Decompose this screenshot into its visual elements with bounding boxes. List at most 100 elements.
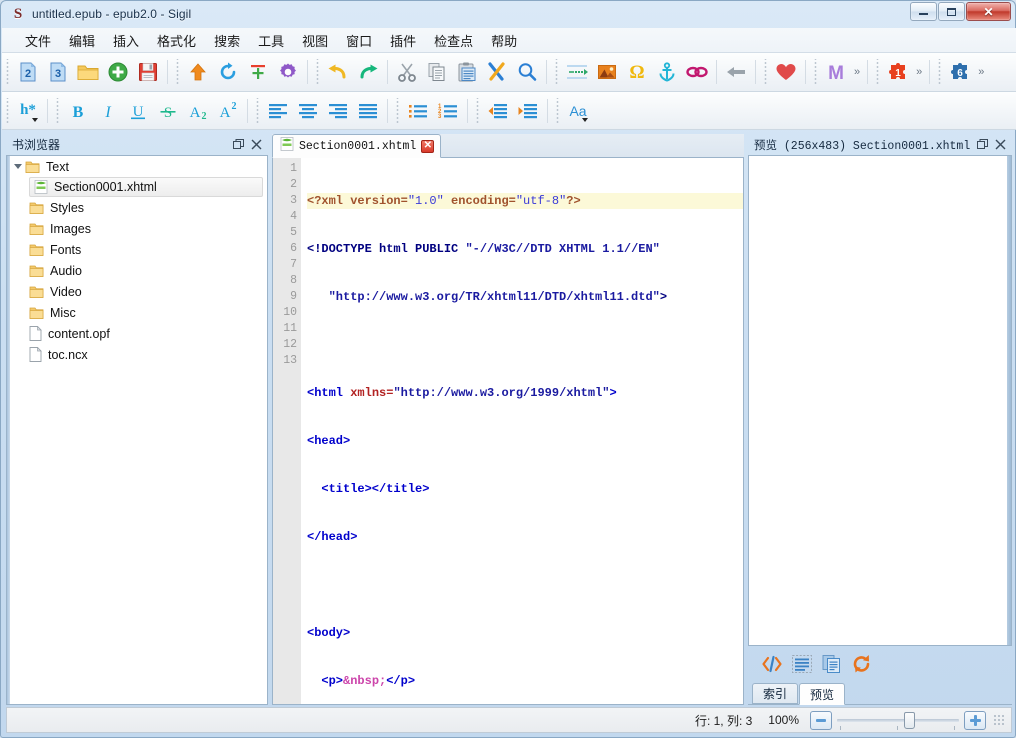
tree-item-video[interactable]: Video <box>7 281 267 302</box>
float-panel-icon[interactable] <box>230 137 246 152</box>
menu-window[interactable]: 窗口 <box>337 28 381 53</box>
menu-plugins[interactable]: 插件 <box>381 28 425 53</box>
cut-button[interactable] <box>392 57 422 87</box>
split-marker-button[interactable] <box>243 57 273 87</box>
preview-scrollbar[interactable] <box>1007 156 1011 645</box>
minimize-button[interactable] <box>910 2 937 21</box>
plugin-m-button[interactable]: M <box>821 57 851 87</box>
toolbar-grip[interactable] <box>762 59 769 85</box>
plugin-1-button[interactable]: 1 <box>883 57 913 87</box>
menu-view[interactable]: 视图 <box>293 28 337 53</box>
code-area[interactable]: 1 2 3 4 5 6 7 8 9 10 11 12 13 <?xml vers… <box>272 158 744 705</box>
align-justify-button[interactable] <box>353 96 383 126</box>
toolbar-grip[interactable] <box>936 59 943 85</box>
zoom-slider-thumb[interactable] <box>904 712 915 729</box>
toolbar-grip[interactable] <box>474 98 481 124</box>
zoom-in-button[interactable] <box>964 711 986 730</box>
strikethrough-button[interactable]: S <box>153 96 183 126</box>
insert-special-button[interactable] <box>562 57 592 87</box>
reload-preview-button[interactable] <box>848 650 876 678</box>
float-panel-icon[interactable] <box>974 137 990 152</box>
bold-button[interactable]: B <box>63 96 93 126</box>
menu-checkpoint[interactable]: 检查点 <box>425 28 482 53</box>
tree-item-images[interactable]: Images <box>7 218 267 239</box>
menu-edit[interactable]: 编辑 <box>60 28 104 53</box>
paste-button[interactable] <box>452 57 482 87</box>
tree-item-section0001[interactable]: Section0001.xhtml <box>29 177 263 197</box>
editor-tab-section0001[interactable]: Section0001.xhtml ✕ <box>272 134 441 158</box>
numbered-list-button[interactable]: 123 <box>433 96 463 126</box>
copy-page-button[interactable] <box>818 650 846 678</box>
find-replace-button[interactable] <box>512 57 542 87</box>
view-code-button[interactable] <box>758 650 786 678</box>
tree-item-audio[interactable]: Audio <box>7 260 267 281</box>
tree-item-text[interactable]: Text <box>7 156 267 177</box>
toolbar-grip[interactable] <box>554 98 561 124</box>
insert-image-button[interactable] <box>592 57 622 87</box>
superscript-button[interactable]: A2 <box>213 96 243 126</box>
toolbar-grip[interactable] <box>553 59 560 85</box>
toolbar-grip[interactable] <box>812 59 819 85</box>
overflow-chevron-icon[interactable]: » <box>851 66 863 78</box>
back-button[interactable] <box>721 57 751 87</box>
new-epub3-button[interactable]: 3 <box>43 57 73 87</box>
bullet-list-button[interactable] <box>403 96 433 126</box>
close-panel-icon[interactable] <box>992 137 1008 152</box>
redo-button[interactable] <box>353 57 383 87</box>
tree-item-misc[interactable]: Misc <box>7 302 267 323</box>
plugin-6-button[interactable]: 6 <box>945 57 975 87</box>
toolbar-grip[interactable] <box>874 59 881 85</box>
save-button[interactable] <box>133 57 163 87</box>
insert-id-button[interactable] <box>652 57 682 87</box>
preview-content[interactable] <box>748 155 1012 646</box>
add-file-button[interactable] <box>103 57 133 87</box>
maximize-button[interactable] <box>938 2 965 21</box>
menu-search[interactable]: 搜索 <box>205 28 249 53</box>
toolbar-grip[interactable] <box>4 98 11 124</box>
preferences-button[interactable] <box>273 57 303 87</box>
new-epub2-button[interactable]: 2 <box>13 57 43 87</box>
zoom-out-button[interactable] <box>810 711 832 730</box>
menu-file[interactable]: 文件 <box>16 28 60 53</box>
open-button[interactable] <box>73 57 103 87</box>
italic-button[interactable]: I <box>93 96 123 126</box>
heading-dropdown[interactable]: h* <box>13 96 43 126</box>
toolbar-grip[interactable] <box>4 59 11 85</box>
tree-item-content-opf[interactable]: content.opf <box>7 323 267 344</box>
close-panel-icon[interactable] <box>248 137 264 152</box>
menu-insert[interactable]: 插入 <box>104 28 148 53</box>
favorite-button[interactable] <box>771 57 801 87</box>
close-button[interactable]: ✕ <box>966 2 1011 21</box>
reload-button[interactable] <box>213 57 243 87</box>
tree-item-styles[interactable]: Styles <box>7 197 267 218</box>
toolbar-grip[interactable] <box>254 98 261 124</box>
tree-item-toc-ncx[interactable]: toc.ncx <box>7 344 267 365</box>
insert-special-char-button[interactable]: Ω <box>622 57 652 87</box>
toolbar-grip[interactable] <box>54 98 61 124</box>
undo-button[interactable] <box>323 57 353 87</box>
align-center-button[interactable] <box>293 96 323 126</box>
code-text[interactable]: <?xml version="1.0" encoding="utf-8"?> <… <box>301 158 743 704</box>
spellcheck-button[interactable] <box>482 57 512 87</box>
align-left-button[interactable] <box>263 96 293 126</box>
insert-link-button[interactable] <box>682 57 712 87</box>
casing-button[interactable]: Aa <box>563 96 593 126</box>
menu-format[interactable]: 格式化 <box>148 28 205 53</box>
indent-button[interactable] <box>513 96 543 126</box>
toolbar-grip[interactable] <box>174 59 181 85</box>
outdent-button[interactable] <box>483 96 513 126</box>
overflow-chevron-icon[interactable]: » <box>913 66 925 78</box>
toolbar-grip[interactable] <box>394 98 401 124</box>
resize-grip[interactable] <box>993 714 1005 726</box>
expand-toggle-icon[interactable] <box>11 156 25 177</box>
copy-button[interactable] <box>422 57 452 87</box>
upload-button[interactable] <box>183 57 213 87</box>
overflow-chevron-icon[interactable]: » <box>975 66 987 78</box>
close-tab-button[interactable]: ✕ <box>421 140 434 153</box>
tree-item-fonts[interactable]: Fonts <box>7 239 267 260</box>
menu-help[interactable]: 帮助 <box>482 28 526 53</box>
tab-index[interactable]: 索引 <box>752 683 798 704</box>
book-browser-tree[interactable]: Text Section0001.xhtml Styles <box>6 155 268 705</box>
underline-button[interactable]: U <box>123 96 153 126</box>
menu-tools[interactable]: 工具 <box>249 28 293 53</box>
